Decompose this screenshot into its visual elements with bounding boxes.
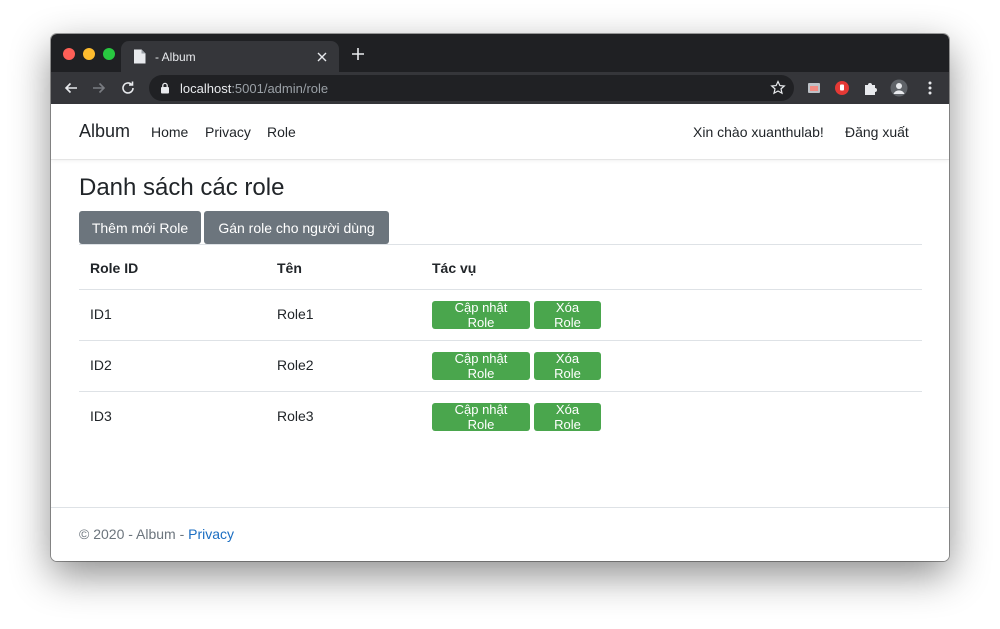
- role-name-cell: Role2: [277, 357, 314, 373]
- update-role-button[interactable]: Cập nhật Role: [432, 351, 530, 381]
- add-role-button[interactable]: Thêm mới Role: [79, 211, 201, 244]
- close-window-button[interactable]: [63, 48, 75, 60]
- brand-logo[interactable]: Album: [79, 121, 130, 142]
- browser-window: - Album localhost:5001/admin/role Album …: [51, 34, 949, 561]
- role-name-cell: Role3: [277, 408, 314, 424]
- back-arrow-icon[interactable]: [63, 80, 79, 96]
- browser-tab[interactable]: - Album: [121, 41, 339, 72]
- lock-icon: [161, 82, 169, 94]
- new-tab-icon[interactable]: [351, 47, 365, 61]
- cast-extension-icon[interactable]: [806, 80, 822, 96]
- update-role-button[interactable]: Cập nhật Role: [432, 300, 530, 330]
- reload-icon[interactable]: [120, 80, 136, 96]
- page-icon: [134, 49, 146, 64]
- page-title: Danh sách các role: [79, 174, 285, 201]
- delete-role-button[interactable]: Xóa Role: [534, 402, 601, 432]
- site-footer: © 2020 - Album - Privacy: [51, 507, 949, 561]
- browser-menu-icon[interactable]: [922, 80, 938, 96]
- nav-link-role[interactable]: Role: [267, 124, 296, 140]
- roles-table: Role ID Tên Tác vụ ID1 Role1 Cập nhật Ro…: [79, 244, 922, 442]
- tab-title: - Album: [155, 49, 196, 64]
- role-id-cell: ID1: [90, 306, 112, 322]
- role-id-cell: ID2: [90, 357, 112, 373]
- nav-link-home[interactable]: Home: [151, 124, 188, 140]
- column-header-actions: Tác vụ: [432, 260, 477, 276]
- logout-link[interactable]: Đăng xuất: [845, 124, 909, 140]
- assign-role-button[interactable]: Gán role cho người dùng: [204, 211, 389, 244]
- column-header-role-id: Role ID: [90, 260, 139, 276]
- delete-role-button[interactable]: Xóa Role: [534, 300, 601, 330]
- profile-avatar-icon[interactable]: [890, 79, 908, 97]
- footer-text: © 2020 - Album - Privacy: [79, 526, 234, 542]
- copyright-text: © 2020 - Album -: [79, 526, 189, 542]
- tab-strip: - Album: [51, 34, 949, 72]
- delete-role-button[interactable]: Xóa Role: [534, 351, 601, 381]
- forward-arrow-icon[interactable]: [91, 80, 107, 96]
- extensions-puzzle-icon[interactable]: [862, 80, 878, 96]
- page-content: Album Home Privacy Role Xin chào xuanthu…: [51, 104, 949, 561]
- footer-privacy-link[interactable]: Privacy: [188, 526, 234, 542]
- url-text: localhost:5001/admin/role: [180, 80, 329, 96]
- table-row: ID1 Role1 Cập nhật Role Xóa Role: [79, 289, 922, 340]
- close-tab-icon[interactable]: [315, 50, 329, 64]
- address-bar[interactable]: localhost:5001/admin/role: [149, 75, 794, 101]
- minimize-window-button[interactable]: [83, 48, 95, 60]
- column-header-name: Tên: [277, 260, 302, 276]
- nav-link-privacy[interactable]: Privacy: [205, 124, 251, 140]
- update-role-button[interactable]: Cập nhật Role: [432, 402, 530, 432]
- bookmark-star-icon[interactable]: [770, 80, 786, 96]
- browser-toolbar: localhost:5001/admin/role: [51, 72, 949, 104]
- table-header-row: Role ID Tên Tác vụ: [79, 244, 922, 289]
- role-name-cell: Role1: [277, 306, 314, 322]
- role-id-cell: ID3: [90, 408, 112, 424]
- user-greeting-link[interactable]: Xin chào xuanthulab!: [693, 124, 824, 140]
- table-row: ID3 Role3 Cập nhật Role Xóa Role: [79, 391, 922, 442]
- site-navbar: Album Home Privacy Role Xin chào xuanthu…: [51, 104, 949, 160]
- maximize-window-button[interactable]: [103, 48, 115, 60]
- table-row: ID2 Role2 Cập nhật Role Xóa Role: [79, 340, 922, 391]
- window-controls: [63, 48, 115, 60]
- adblock-extension-icon[interactable]: [834, 80, 850, 96]
